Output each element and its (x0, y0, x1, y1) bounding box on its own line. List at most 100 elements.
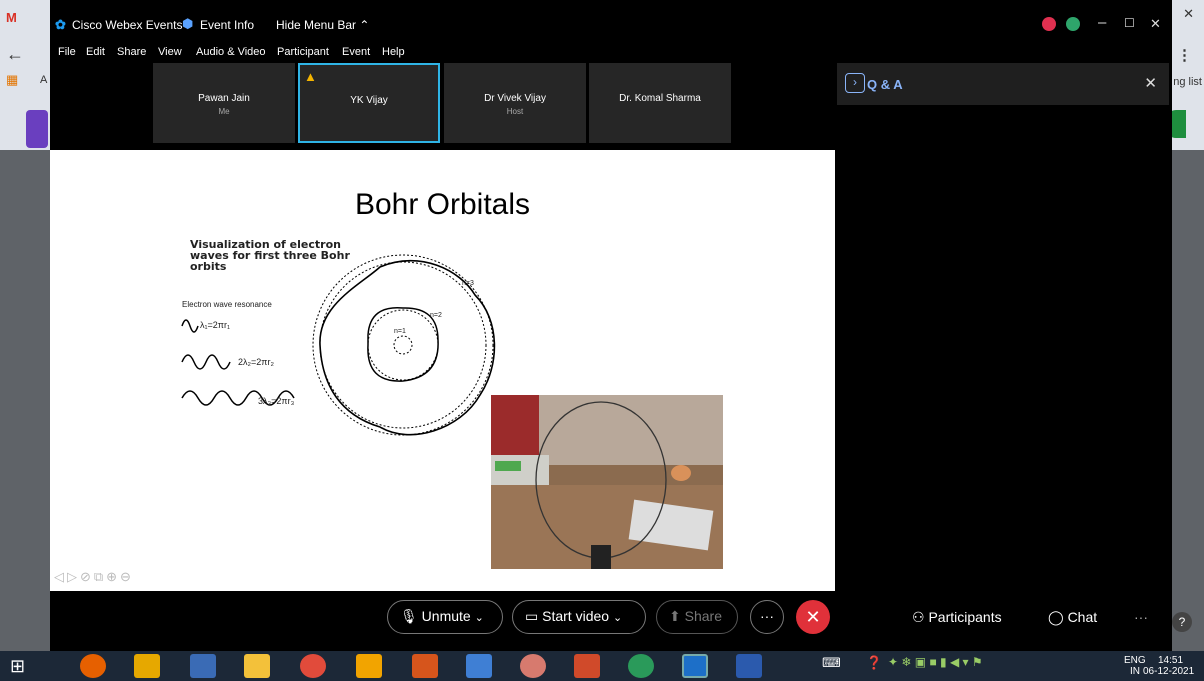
bookmark-label[interactable]: A (40, 74, 47, 86)
meeting-control-bar: 🎙 Unmute ⌄ ▭ Start video ⌄ ⬆ Share ··· ✕… (50, 591, 1172, 651)
clock-date[interactable]: 06-12-2021 (1143, 666, 1194, 677)
participants-label: Participants (928, 609, 1002, 625)
google-pdf-icon[interactable] (356, 654, 382, 678)
menu-edit[interactable]: Edit (86, 46, 105, 58)
share-label: Share (684, 608, 722, 624)
matlab-icon[interactable] (412, 654, 438, 678)
participant-name: Dr Vivek Vijay (484, 93, 546, 104)
presentation-app-icon[interactable] (134, 654, 160, 678)
event-info-button[interactable]: Event Info (200, 18, 254, 32)
apps-grid-icon[interactable]: ▦ (6, 72, 18, 88)
menu-audio-video[interactable]: Audio & Video (196, 46, 266, 58)
minimize-icon[interactable]: – (1098, 14, 1106, 31)
more-options-button[interactable]: ··· (750, 600, 784, 634)
pen-app-icon[interactable] (190, 654, 216, 678)
menu-event[interactable]: Event (342, 46, 370, 58)
recording-indicator-icon[interactable] (1042, 17, 1056, 31)
browser-close-icon[interactable]: ✕ (1183, 6, 1194, 22)
chat-icon: ◯ (1048, 609, 1064, 625)
network-status-icon[interactable] (1066, 17, 1080, 31)
overflow-menu-icon[interactable]: ··· (1134, 609, 1148, 625)
windows-taskbar: ⊞ ⌨ ❓ ✦ ❄ ▣ ■ ▮ ◀ ▾ ⚑ ENG IN 14:51 06-12… (0, 651, 1204, 681)
browser-page-bg-right (1172, 150, 1204, 651)
participant-role: Me (218, 107, 230, 116)
lang-top: ENG (1124, 655, 1146, 666)
menu-share[interactable]: Share (117, 46, 146, 58)
word-icon[interactable] (736, 654, 762, 678)
leave-meeting-button[interactable]: ✕ (796, 600, 830, 634)
browser-menu-icon[interactable]: ⋮ (1177, 46, 1192, 64)
menu-participant[interactable]: Participant (277, 46, 329, 58)
participant-tile-active-speaker[interactable]: ▲ YK Vijay (298, 63, 440, 143)
language-indicator[interactable]: ENG (1124, 655, 1146, 666)
tray-icons[interactable]: ✦ ❄ ▣ ■ ▮ ◀ ▾ ⚑ (888, 655, 983, 669)
close-panel-icon[interactable]: ✕ (1144, 74, 1157, 92)
equation-3: 3λ₃=2πr₃ (258, 396, 295, 406)
webex-logo-icon: ✿ (55, 17, 66, 32)
share-icon: ⬆ (669, 608, 681, 624)
shield-icon[interactable]: ⬢ (182, 16, 193, 32)
participant-tile[interactable]: Pawan Jain Me (153, 63, 295, 143)
python-icon[interactable] (466, 654, 492, 678)
start-video-button[interactable]: ▭ Start video ⌄ (512, 600, 646, 634)
bookmark-reading-list[interactable]: ng list (1173, 76, 1202, 88)
menu-view[interactable]: View (158, 46, 182, 58)
unmute-button[interactable]: 🎙 Unmute ⌄ (387, 600, 503, 634)
participant-name: Dr. Komal Sharma (619, 93, 701, 104)
participants-button[interactable]: ⚇ Participants (912, 609, 1002, 626)
start-video-label: Start video (542, 608, 610, 624)
webex-taskbar-icon[interactable] (682, 654, 708, 678)
slide-annotation-tools[interactable]: ◁▷⊘⧉⊕⊖ (54, 569, 134, 585)
shared-slide: Bohr Orbitals Visualization of electron … (50, 150, 835, 591)
participant-role: Host (506, 107, 524, 116)
firefox-icon[interactable] (80, 654, 106, 678)
windows-start-icon[interactable]: ⊞ (10, 656, 25, 677)
clock-time[interactable]: 14:51 (1158, 655, 1183, 666)
menu-help[interactable]: Help (382, 46, 405, 58)
share-button[interactable]: ⬆ Share (656, 600, 738, 634)
n2-label: n=2 (430, 312, 442, 319)
maximize-icon[interactable]: ☐ (1124, 16, 1135, 30)
equation-2: 2λ₂=2πr₂ (238, 357, 274, 367)
keyboard-icon[interactable]: ⌨ (822, 655, 841, 671)
webex-window: ✿ Cisco Webex Events ⬢ Event Info Hide M… (50, 0, 1172, 651)
gmail-icon[interactable]: M (6, 10, 17, 25)
qa-panel-header: › Q & A ✕ (837, 63, 1169, 105)
file-explorer-icon[interactable] (244, 654, 270, 678)
title-bar: ✿ Cisco Webex Events ⬢ Event Info Hide M… (50, 0, 1172, 46)
chevron-right-icon[interactable]: › (845, 73, 865, 93)
hide-menu-bar-button[interactable]: Hide Menu Bar ⌃ (276, 18, 369, 32)
browser-page-bg-left (0, 150, 50, 651)
qa-title: Q & A (867, 77, 903, 92)
video-off-icon: ▭ (525, 608, 539, 624)
equation-1: λ₁=2πr₁ (200, 320, 231, 330)
paint-app-icon[interactable] (520, 654, 546, 678)
resonance-label: Electron wave resonance (182, 300, 272, 309)
menu-bar: File Edit Share View Audio & Video Parti… (50, 46, 750, 62)
back-arrow-icon[interactable]: ← (6, 44, 24, 65)
n3-label: n=3 (462, 280, 474, 287)
help-badge-icon[interactable]: ? (1172, 612, 1192, 632)
close-window-icon[interactable]: ✕ (1150, 16, 1161, 32)
chat-button[interactable]: ◯ Chat (1048, 609, 1097, 626)
screen: M ← ▦ A ✕ ⋮ ng list ? ✿ Cisco Webex Even… (0, 0, 1204, 681)
menu-file[interactable]: File (58, 46, 76, 58)
help-tray-icon[interactable]: ❓ (866, 655, 882, 671)
unmute-label: Unmute (421, 608, 471, 624)
participants-icon: ⚇ (912, 609, 925, 625)
chevron-down-icon: ⌄ (474, 612, 484, 624)
recorder-app-icon[interactable] (574, 654, 600, 678)
slide-title: Bohr Orbitals (354, 188, 531, 221)
warning-icon: ▲ (304, 69, 317, 84)
participant-tile[interactable]: Dr Vivek Vijay Host (444, 63, 586, 143)
chevron-down-icon: ⌄ (612, 612, 623, 624)
doc-outline-icon[interactable] (26, 110, 48, 148)
participant-name: Pawan Jain (198, 93, 250, 104)
participant-name: YK Vijay (350, 95, 388, 106)
chrome-profile-icon[interactable] (628, 654, 654, 678)
chrome-icon[interactable] (300, 654, 326, 678)
muted-mic-icon: 🎙 (400, 608, 418, 624)
lang-bottom: IN (1130, 666, 1140, 677)
app-title: Cisco Webex Events (72, 18, 183, 32)
participant-tile[interactable]: Dr. Komal Sharma (589, 63, 731, 143)
